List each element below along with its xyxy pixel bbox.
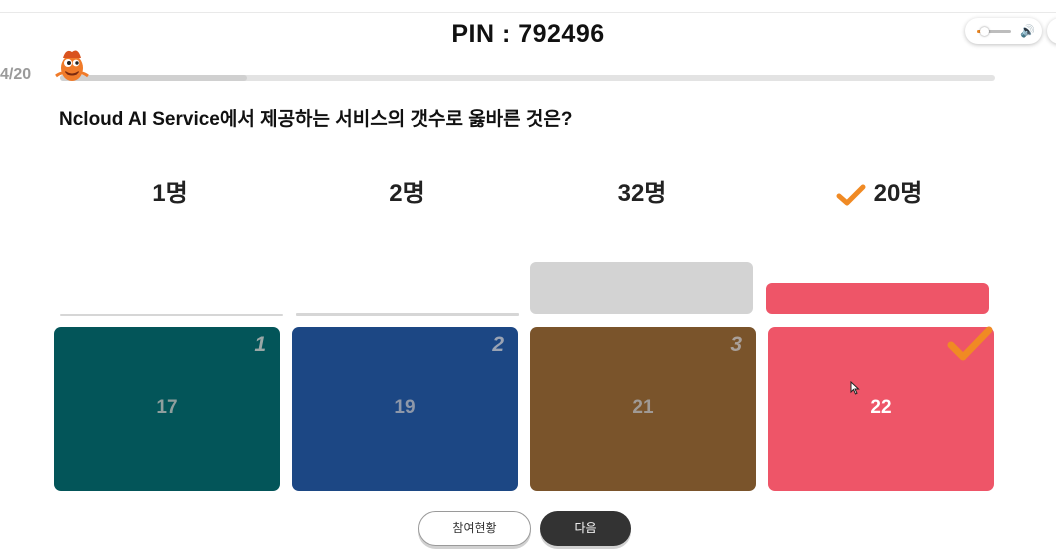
volume-slider[interactable] (977, 27, 1011, 36)
answer-number: 3 (730, 333, 742, 356)
mouse-cursor-icon (850, 381, 860, 395)
vote-count: 21 (632, 397, 654, 418)
progress-bar (60, 75, 995, 81)
answer-number: 2 (492, 333, 504, 356)
quiz-screen: PIN : 792496 🔊 4/20 Ncloud AI Service에서 … (0, 0, 1056, 551)
vote-count: 19 (394, 397, 416, 418)
speaker-icon[interactable]: 🔊 (1020, 22, 1035, 40)
answer-text: 1명 (152, 180, 188, 207)
answer-label-4: 20명 (766, 173, 992, 208)
answer-text: 20명 (873, 180, 923, 207)
result-bar-3 (530, 262, 753, 314)
pin-title: PIN : 792496 (451, 20, 605, 48)
check-icon (947, 326, 993, 361)
answer-number: 1 (254, 333, 266, 356)
answer-label-1: 1명 (57, 173, 283, 208)
mascot-icon (55, 50, 89, 81)
question-text: Ncloud AI Service에서 제공하는 서비스의 갯수로 옳바른 것은… (59, 109, 573, 130)
volume-knob[interactable] (979, 27, 989, 36)
top-divider (0, 12, 1056, 13)
answer-tile-2[interactable]: 2 19 (292, 327, 518, 491)
result-bar-1 (60, 314, 283, 316)
answer-text: 2명 (389, 180, 425, 207)
answer-tile-3[interactable]: 3 21 (530, 327, 756, 491)
check-icon (836, 184, 866, 206)
answer-tile-4[interactable]: 22 (768, 326, 994, 491)
answer-label-2: 2명 (294, 173, 520, 208)
answer-tile-1[interactable]: 1 17 (54, 327, 280, 491)
result-bar-4 (766, 283, 989, 314)
vote-count: 22 (870, 397, 892, 418)
volume-control[interactable]: 🔊 (965, 18, 1042, 44)
answer-text: 32명 (617, 180, 667, 207)
question-counter: 4/20 (0, 66, 32, 83)
next-button[interactable]: 다음 (540, 511, 631, 546)
vote-count: 17 (156, 397, 178, 418)
result-bar-2 (296, 313, 519, 316)
participation-status-button[interactable]: 참여현황 (418, 511, 531, 546)
answer-label-3: 32명 (529, 173, 755, 208)
